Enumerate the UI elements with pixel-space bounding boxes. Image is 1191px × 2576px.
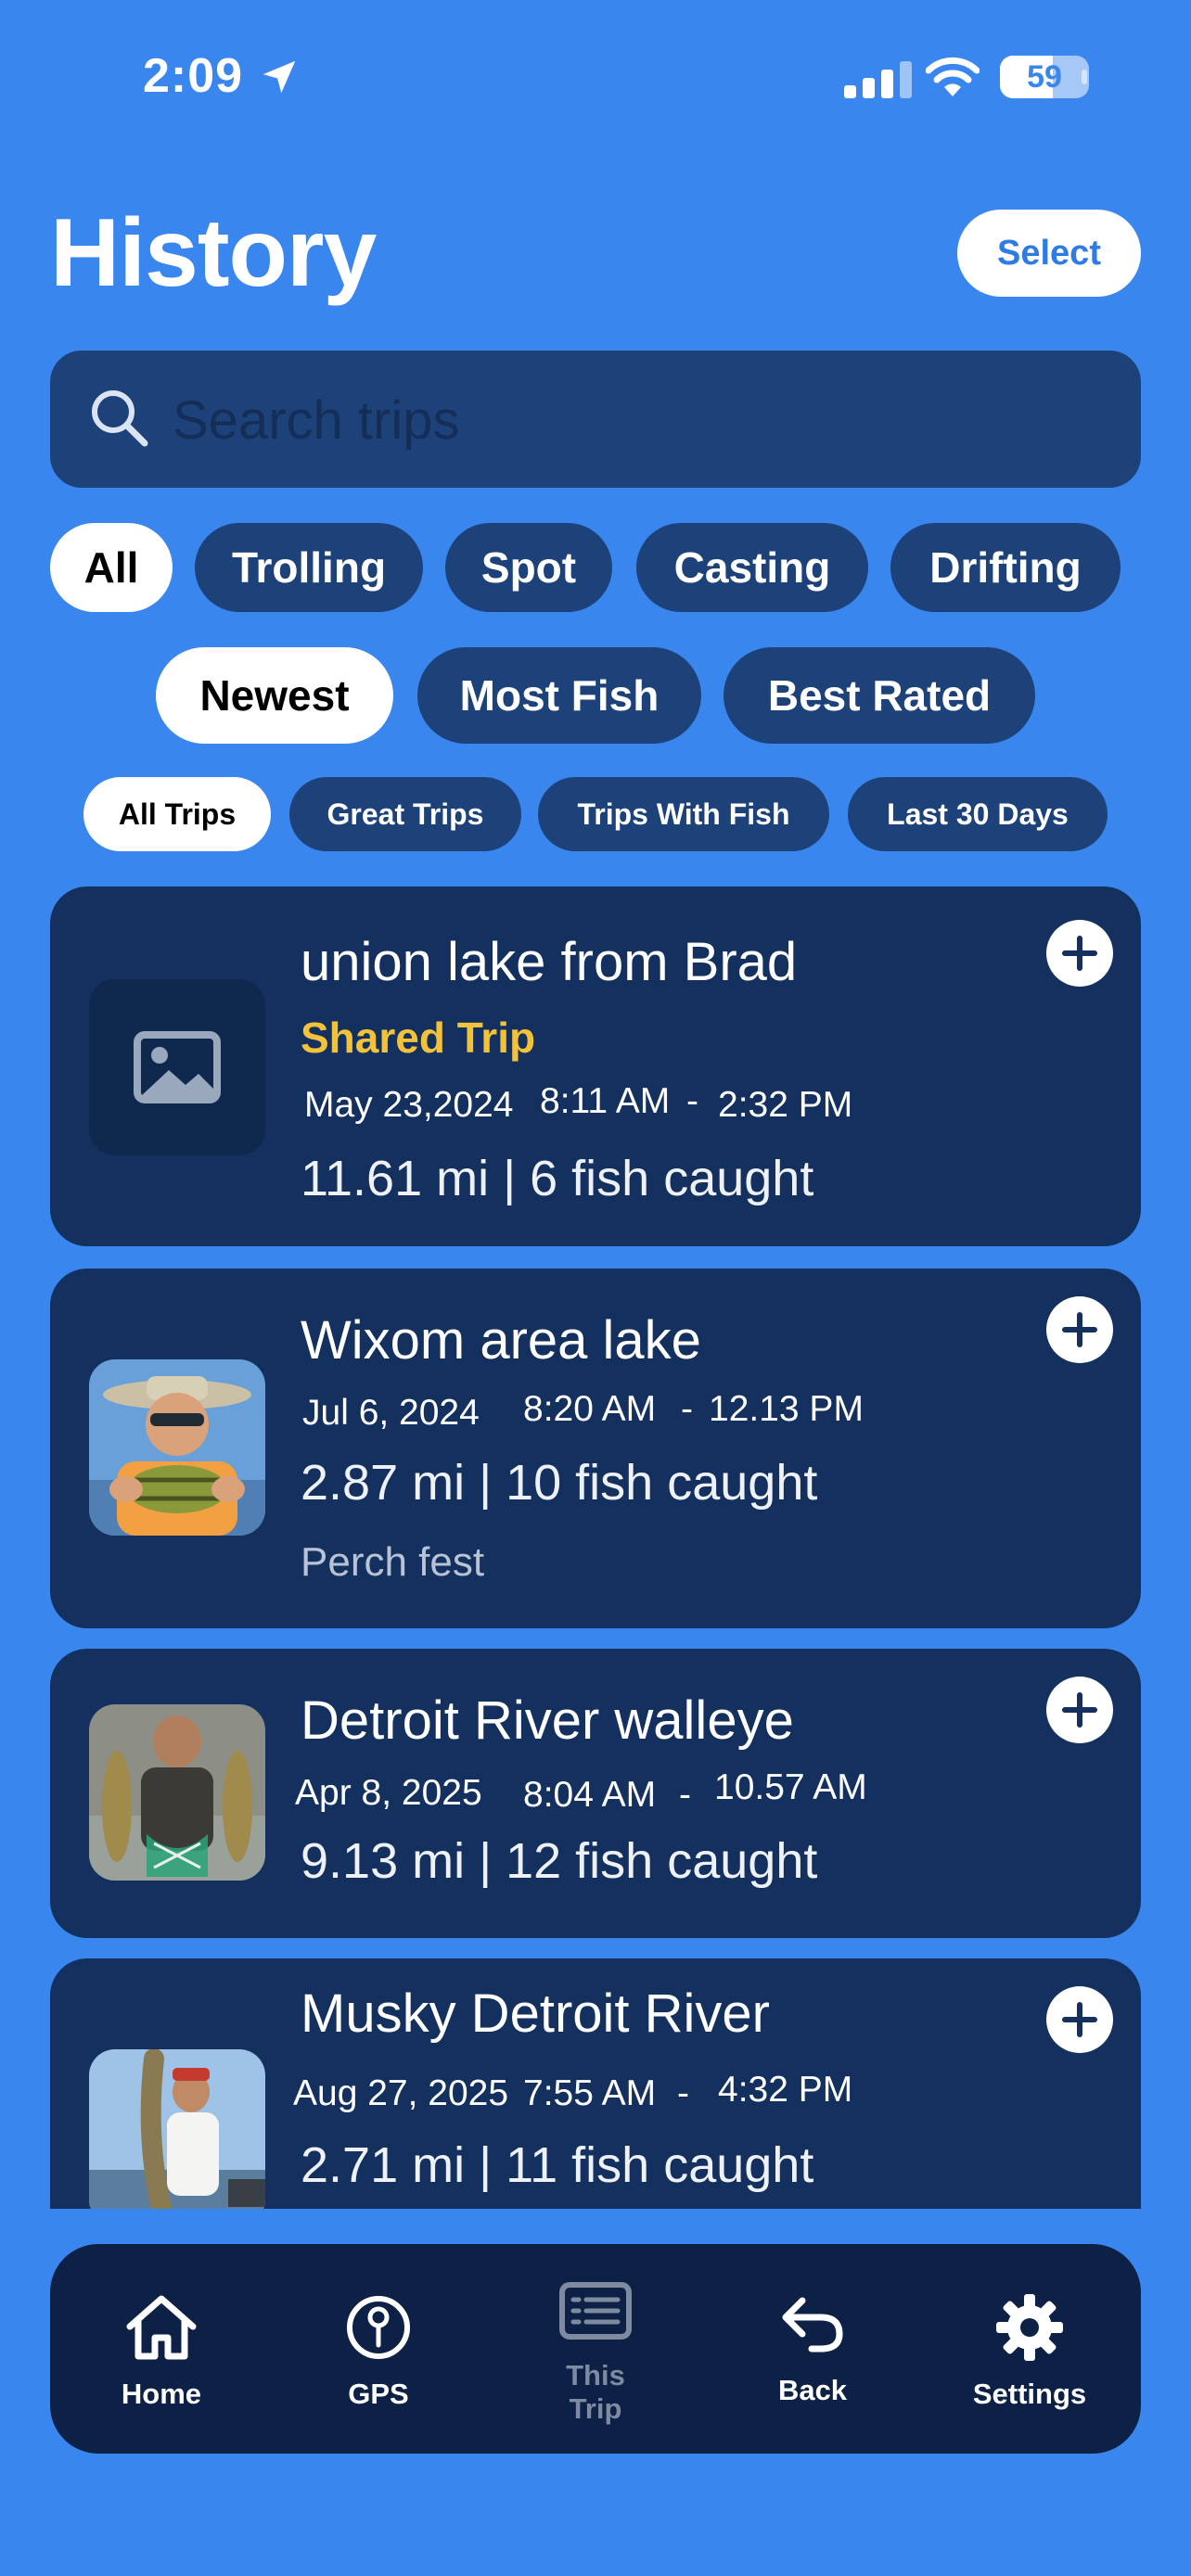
trip-title: union lake from Brad <box>301 932 798 992</box>
tab-this-trip-label: This Trip <box>566 2359 625 2426</box>
trip-card[interactable]: union lake from Brad Shared Trip May 23,… <box>50 886 1141 1246</box>
shared-trip-badge: Shared Trip <box>301 1014 536 1062</box>
time-separator: - <box>681 1389 693 1429</box>
tab-back-label: Back <box>777 2374 848 2406</box>
wifi-icon <box>926 57 980 96</box>
status-time: 2:09 <box>143 49 244 103</box>
trip-note: Perch fest <box>301 1539 485 1585</box>
tab-settings-label: Settings <box>972 2378 1087 2410</box>
home-icon <box>126 2295 197 2360</box>
trip-title: Musky Detroit River <box>301 1983 770 2044</box>
trip-list-icon <box>559 2282 632 2340</box>
filter-all[interactable]: All <box>50 523 173 612</box>
select-button[interactable]: Select <box>957 210 1141 297</box>
sort-newest[interactable]: Newest <box>156 647 393 744</box>
tab-gps[interactable]: GPS <box>286 2244 471 2454</box>
page-title: History <box>50 199 377 307</box>
image-placeholder-icon <box>134 1031 221 1103</box>
trip-start-time: 8:11 AM <box>540 1081 671 1121</box>
trip-card[interactable]: Musky Detroit River Aug 27, 2025 7:55 AM… <box>50 1958 1141 2209</box>
trip-end-time: 12.13 PM <box>709 1389 864 1429</box>
trip-card[interactable]: Wixom area lake Jul 6, 2024 8:20 AM - 12… <box>50 1269 1141 1628</box>
trip-end-time: 4:32 PM <box>718 2070 853 2110</box>
range-trips-with-fish[interactable]: Trips With Fish <box>538 777 829 851</box>
battery-level: 59 <box>1027 59 1062 95</box>
trip-stats: 2.71 mi | 11 fish caught <box>301 2137 814 2193</box>
range-all-trips[interactable]: All Trips <box>83 777 271 851</box>
search-bar[interactable] <box>50 351 1141 488</box>
tab-settings[interactable]: Settings <box>937 2244 1122 2454</box>
cellular-signal-icon <box>844 61 912 98</box>
filter-casting[interactable]: Casting <box>636 523 868 612</box>
sort-best-rated[interactable]: Best Rated <box>724 647 1035 744</box>
trip-thumbnail <box>89 1359 265 1536</box>
tab-this-trip-label-line1: This <box>566 2359 625 2391</box>
gps-pin-icon <box>347 2296 410 2359</box>
range-last-30-days[interactable]: Last 30 Days <box>848 777 1108 851</box>
photo-man-holding-walleye <box>89 1704 265 1881</box>
trip-end-time: 2:32 PM <box>718 1085 853 1125</box>
trip-thumbnail <box>89 979 265 1155</box>
search-icon <box>92 390 148 447</box>
time-separator: - <box>679 1775 691 1815</box>
time-separator: - <box>677 2073 689 2113</box>
trip-title: Wixom area lake <box>301 1310 701 1371</box>
battery-icon: 59 <box>1000 56 1089 98</box>
range-great-trips[interactable]: Great Trips <box>289 777 521 851</box>
filter-spot[interactable]: Spot <box>445 523 612 612</box>
tab-home-label: Home <box>121 2378 202 2410</box>
battery-cap <box>1082 70 1087 84</box>
trip-list[interactable]: union lake from Brad Shared Trip May 23,… <box>50 881 1141 2209</box>
photo-man-holding-perch <box>89 1359 265 1536</box>
trip-thumbnail <box>89 1704 265 1881</box>
trip-stats: 9.13 mi | 12 fish caught <box>301 1833 818 1889</box>
filter-drifting[interactable]: Drifting <box>890 523 1121 612</box>
add-trip-button[interactable] <box>1046 1296 1113 1363</box>
tab-bar: Home GPS This Trip Back Settings <box>50 2244 1141 2454</box>
tab-gps-label: GPS <box>348 2378 409 2410</box>
trip-end-time: 10.57 AM <box>714 1767 867 1807</box>
trip-date: May 23,2024 <box>304 1085 514 1125</box>
back-arrow-icon <box>782 2297 843 2353</box>
trip-date: Apr 8, 2025 <box>295 1773 482 1813</box>
trip-stats: 2.87 mi | 10 fish caught <box>301 1455 818 1511</box>
tab-this-trip-label-line2: Trip <box>569 2392 622 2425</box>
filter-trolling[interactable]: Trolling <box>195 523 423 612</box>
trip-title: Detroit River walleye <box>301 1690 794 1751</box>
trip-stats: 11.61 mi | 6 fish caught <box>301 1151 814 1206</box>
gear-icon <box>996 2294 1063 2361</box>
photo-man-holding-musky <box>89 2049 265 2209</box>
trip-start-time: 7:55 AM <box>523 2073 657 2113</box>
tab-back[interactable]: Back <box>720 2244 905 2454</box>
trip-start-time: 8:04 AM <box>523 1775 657 1815</box>
time-separator: - <box>686 1081 698 1121</box>
trip-date: Aug 27, 2025 <box>293 2073 509 2113</box>
search-input[interactable] <box>171 378 1102 462</box>
sort-most-fish[interactable]: Most Fish <box>417 647 701 744</box>
add-trip-button[interactable] <box>1046 920 1113 987</box>
tab-this-trip[interactable]: This Trip <box>503 2244 688 2454</box>
trip-thumbnail <box>89 2049 265 2209</box>
location-arrow-icon <box>263 60 296 94</box>
trip-card[interactable]: Detroit River walleye Apr 8, 2025 8:04 A… <box>50 1649 1141 1938</box>
add-trip-button[interactable] <box>1046 1677 1113 1743</box>
tab-home[interactable]: Home <box>69 2244 254 2454</box>
trip-date: Jul 6, 2024 <box>302 1393 480 1433</box>
add-trip-button[interactable] <box>1046 1986 1113 2053</box>
trip-start-time: 8:20 AM <box>523 1389 657 1429</box>
